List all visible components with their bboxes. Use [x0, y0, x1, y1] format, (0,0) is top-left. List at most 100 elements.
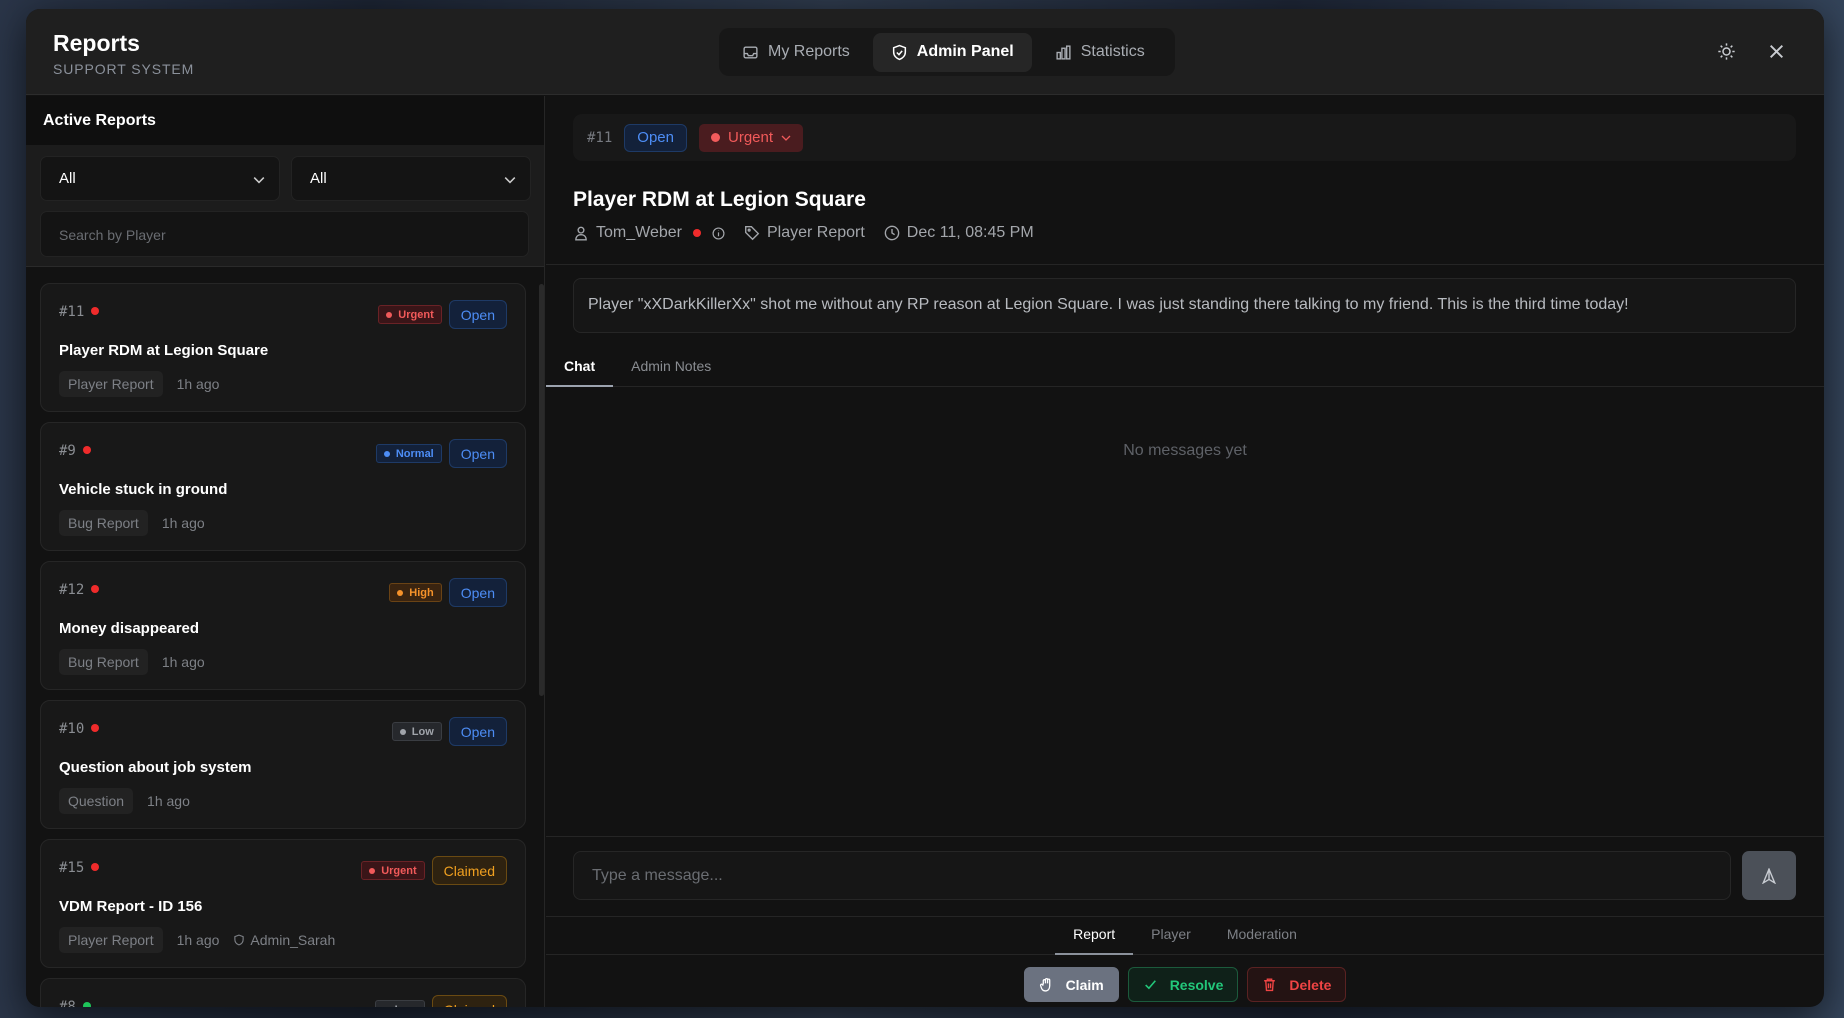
priority-dot-icon [383, 450, 390, 457]
report-time: 1h ago [161, 515, 205, 531]
report-card[interactable]: #12 High Open Money disappeared Bug Repo… [40, 561, 526, 690]
priority-badge: High [389, 583, 442, 602]
badges: Low Open [391, 717, 507, 746]
priority-badge: Urgent [378, 305, 442, 324]
report-id: #15 [59, 860, 100, 876]
report-meta: Bug Report 1h ago [59, 649, 205, 675]
tab-moderation[interactable]: Moderation [1209, 917, 1315, 955]
tab-my-reports[interactable]: My Reports [724, 33, 868, 72]
report-card[interactable]: #9 Normal Open Vehicle stuck in ground B… [40, 422, 526, 551]
priority-label: High [409, 586, 434, 599]
detail-status-badge: Open [624, 123, 687, 152]
priority-dropdown[interactable]: Urgent [699, 123, 804, 152]
claimed-by: Admin_Sarah [233, 932, 335, 948]
detail-status-bar: #11 Open Urgent [573, 114, 1796, 161]
tab-label: My Reports [768, 43, 850, 60]
status-filter-value: All [59, 170, 76, 187]
priority-badge: Normal [375, 444, 442, 463]
badges: Low Claimed [374, 995, 507, 1007]
report-id-text: #12 [59, 582, 85, 598]
report-id-text: #15 [59, 860, 85, 876]
report-type: Question [59, 788, 134, 814]
badges: High Open [389, 578, 507, 607]
claim-button[interactable]: Claim [1023, 967, 1119, 1002]
report-title: Player RDM at Legion Square [59, 342, 269, 359]
list-scrollbar[interactable] [539, 284, 544, 696]
reports-modal: Reports SUPPORT SYSTEM My Reports Admin … [26, 9, 1824, 1007]
report-card[interactable]: #10 Low Open Question about job system Q… [40, 700, 526, 829]
report-title: Money disappeared [59, 620, 200, 637]
report-id: #8 [59, 999, 91, 1007]
report-title: Question about job system [59, 759, 252, 776]
report-id: #10 [59, 721, 100, 737]
report-id-text: #11 [59, 304, 85, 320]
message-input[interactable]: Type a message... [573, 851, 1731, 900]
theme-toggle-sun-icon[interactable] [1716, 41, 1737, 62]
report-card[interactable]: #15 Urgent Claimed VDM Report - ID 156 P… [40, 839, 526, 968]
report-title: VDM Report - ID 156 [59, 898, 203, 915]
badges: Urgent Open [378, 300, 507, 329]
clock-icon [884, 225, 900, 241]
tab-admin-panel[interactable]: Admin Panel [872, 32, 1032, 72]
status-filter-select[interactable]: All [40, 156, 280, 201]
priority-dot-icon [397, 589, 404, 596]
priority-label: Urgent [398, 308, 434, 321]
report-description: Player "xXDarkKillerXx" shot me without … [573, 278, 1796, 333]
report-id-text: #8 [59, 999, 76, 1007]
tab-player[interactable]: Player [1133, 917, 1209, 955]
priority-dot-icon [369, 867, 376, 874]
report-type: Bug Report [59, 649, 148, 675]
player-status-dot [91, 585, 100, 593]
priority-badge: Low [391, 722, 442, 741]
trash-icon [1264, 978, 1276, 992]
reports-sidebar: Active Reports All All Search by Player … [26, 96, 545, 1007]
report-meta: Bug Report 1h ago [59, 510, 205, 536]
send-button[interactable] [1742, 851, 1796, 900]
tab-report[interactable]: Report [1055, 917, 1134, 955]
offline-status-dot [692, 229, 701, 237]
report-time: 1h ago [147, 793, 190, 809]
report-title: Vehicle stuck in ground [59, 481, 228, 498]
report-time: 1h ago [176, 376, 220, 392]
priority-label: Normal [395, 447, 434, 460]
report-type: Bug Report [59, 510, 148, 536]
report-card[interactable]: #11 Urgent Open Player RDM at Legion Squ… [40, 283, 526, 412]
report-actions: Claim Resolve Delete [546, 967, 1824, 1002]
report-type: Player Report [766, 224, 865, 241]
inbox-icon [743, 45, 758, 59]
status-badge: Claimed [431, 856, 507, 885]
resolve-button[interactable]: Resolve [1127, 967, 1239, 1002]
close-icon[interactable] [1766, 41, 1787, 62]
report-time: 1h ago [161, 654, 205, 670]
priority-filter-value: All [310, 170, 327, 187]
main-nav: My Reports Admin Panel Statistics [719, 28, 1175, 76]
report-meta: Player Report 1h ago [59, 371, 219, 397]
tab-admin-notes[interactable]: Admin Notes [613, 348, 729, 387]
badges: Normal Open [375, 439, 507, 468]
check-icon [1144, 980, 1156, 990]
priority-dot-icon [711, 133, 720, 142]
priority-label: Urgent [381, 864, 417, 877]
status-badge: Open [448, 439, 507, 468]
report-meta: Player Report 1h ago Admin_Sarah [59, 927, 335, 953]
report-id: #11 [59, 304, 100, 320]
app-subtitle: SUPPORT SYSTEM [53, 61, 195, 77]
report-list: #11 Urgent Open Player RDM at Legion Squ… [40, 283, 526, 1007]
delete-button[interactable]: Delete [1247, 967, 1347, 1002]
info-icon[interactable] [712, 226, 725, 240]
bar-chart-icon [1056, 44, 1071, 60]
divider [546, 836, 1824, 837]
tab-statistics[interactable]: Statistics [1037, 33, 1163, 72]
player-search-input[interactable]: Search by Player [40, 211, 529, 257]
tag-icon [744, 226, 760, 241]
report-date: Dec 11, 08:45 PM [906, 224, 1034, 241]
priority-filter-select[interactable]: All [291, 156, 531, 201]
player-name[interactable]: Tom_Weber [596, 224, 682, 242]
delete-label: Delete [1289, 976, 1332, 993]
detail-tabs: Chat Admin Notes [546, 348, 1824, 387]
status-badge: Open [448, 578, 507, 607]
chevron-down-icon [504, 177, 516, 184]
tab-chat[interactable]: Chat [546, 348, 614, 387]
detail-id: #11 [587, 129, 613, 146]
report-card[interactable]: #8 Low Claimed [40, 978, 526, 1007]
